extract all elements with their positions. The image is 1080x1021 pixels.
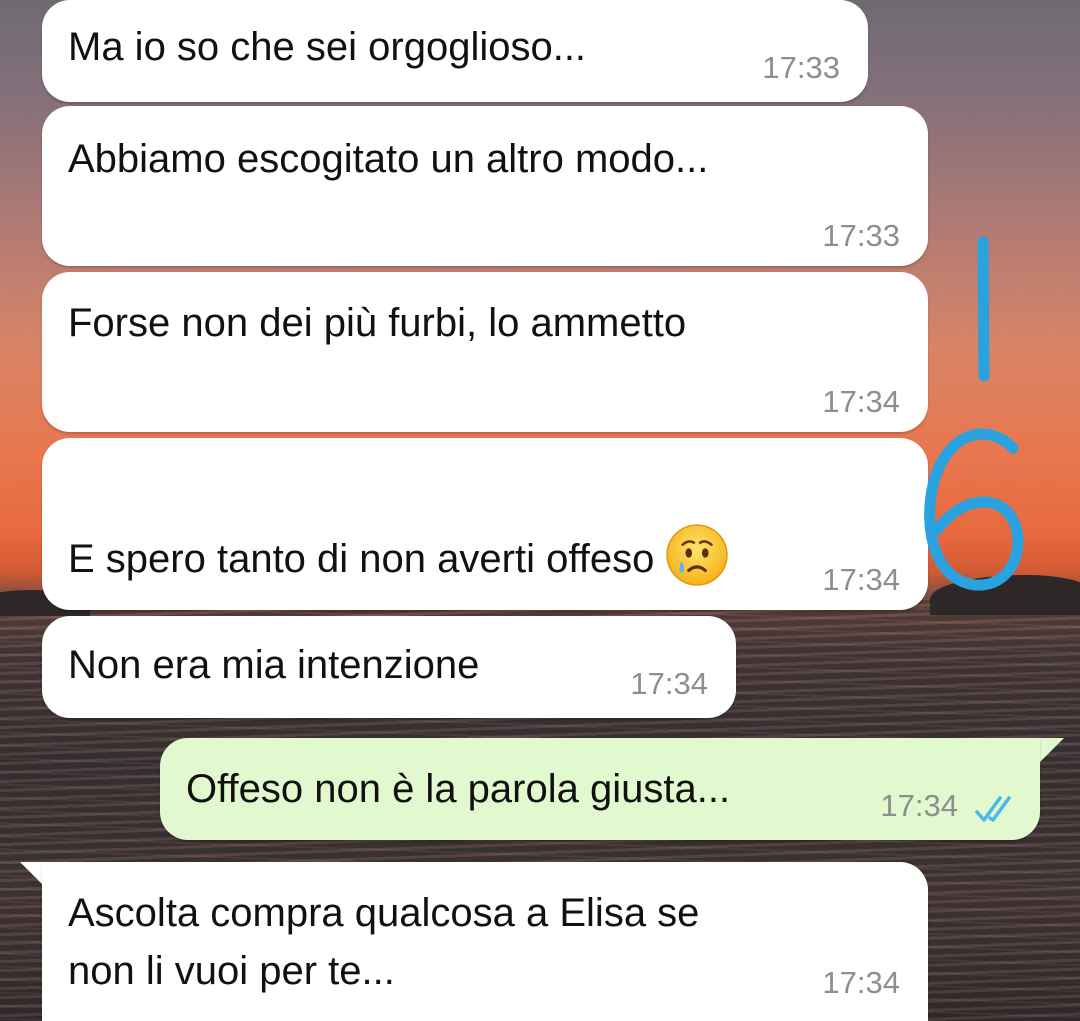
message-bubble-incoming[interactable]: E spero tanto di non averti offeso 17:34 [42, 438, 928, 610]
message-text: Offeso non è la parola giusta... [186, 767, 731, 811]
message-timestamp: 17:34 [630, 666, 708, 701]
message-text: Ascolta compra qualcosa a Elisa se non l… [68, 891, 700, 993]
message-text: Non era mia intenzione [68, 643, 480, 687]
read-receipt-icon [975, 796, 1011, 822]
message-text: Abbiamo escogitato un altro modo... [68, 137, 709, 181]
message-bubble-incoming[interactable]: Ma io so che sei orgoglioso... 17:33 [42, 0, 868, 102]
message-timestamp: 17:34 [880, 788, 958, 823]
message-bubble-incoming[interactable]: Ascolta compra qualcosa a Elisa se non l… [42, 862, 928, 1021]
message-bubble-outgoing[interactable]: Offeso non è la parola giusta... 17:34 [160, 738, 1040, 840]
message-timestamp: 17:33 [822, 218, 900, 253]
handwritten-annotation-16 [924, 236, 1024, 591]
message-bubble-incoming[interactable]: Forse non dei più furbi, lo ammetto 17:3… [42, 272, 928, 432]
message-timestamp: 17:34 [822, 562, 900, 597]
message-timestamp: 17:34 [822, 384, 900, 419]
message-text: Ma io so che sei orgoglioso... [68, 25, 587, 69]
message-text-content: E spero tanto di non averti offeso [68, 537, 655, 581]
message-text: E spero tanto di non averti offeso [68, 464, 730, 588]
crying-face-icon [666, 524, 728, 586]
message-bubble-incoming[interactable]: Abbiamo escogitato un altro modo... 17:3… [42, 106, 928, 266]
message-timestamp: 17:33 [762, 50, 840, 85]
message-timestamp: 17:34 [822, 965, 900, 1000]
bubble-tail [1040, 738, 1064, 762]
message-bubble-incoming[interactable]: Non era mia intenzione 17:34 [42, 616, 736, 718]
message-text: Forse non dei più furbi, lo ammetto [68, 301, 687, 345]
